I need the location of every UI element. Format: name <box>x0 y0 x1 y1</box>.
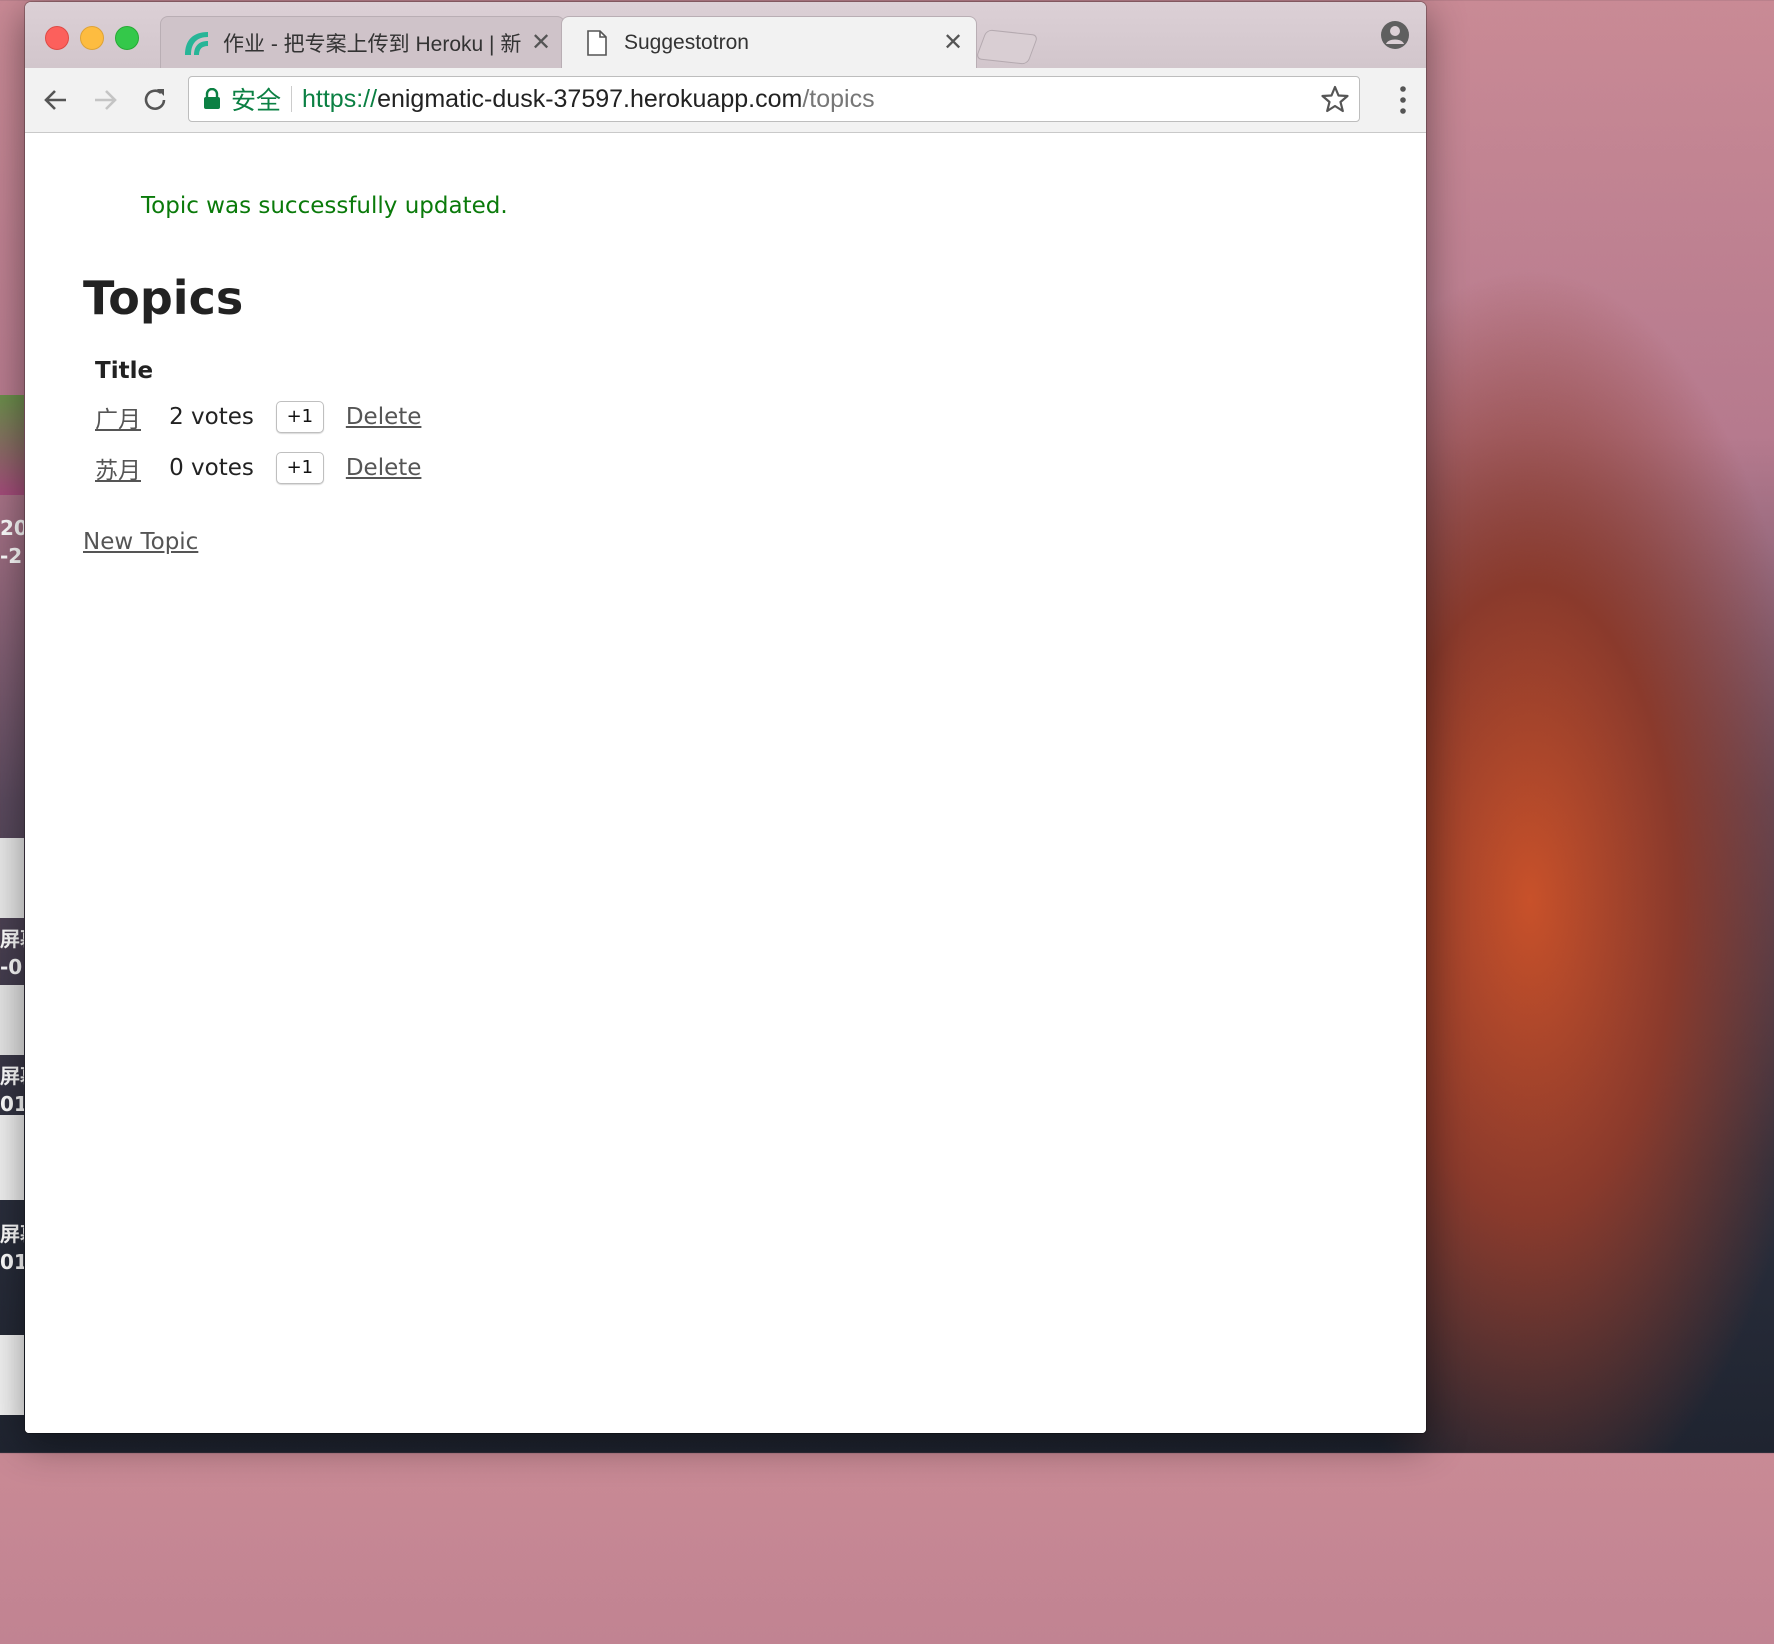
close-window-button[interactable] <box>45 26 69 50</box>
forward-button[interactable] <box>88 83 122 117</box>
address-bar[interactable]: 安全 https://enigmatic-dusk-37597.herokuap… <box>188 76 1360 122</box>
bookmark-star-icon[interactable] <box>1321 85 1349 113</box>
tab-close-icon[interactable]: ✕ <box>938 28 968 57</box>
desktop-file-label: 屏幕 <box>0 1222 24 1246</box>
flash-notice: Topic was successfully updated. <box>141 193 508 219</box>
url-path: /topics <box>802 84 875 113</box>
page-title: Topics <box>83 271 244 325</box>
tab-title: 作业 - 把专案上传到 Heroku | 新 <box>223 32 522 56</box>
desktop-file-label: 01 <box>0 1250 24 1274</box>
title-column-header: Title <box>95 358 154 384</box>
minimize-window-button[interactable] <box>80 26 104 50</box>
tab-close-icon[interactable]: ✕ <box>526 28 556 57</box>
tab-heroku-assignment[interactable]: 作业 - 把专案上传到 Heroku | 新 ✕ <box>160 16 565 68</box>
vote-count: 2 votes <box>169 403 254 430</box>
desktop-file-label: 屏幕 <box>0 927 24 951</box>
arrow-right-icon <box>95 90 117 110</box>
reload-icon <box>144 89 166 110</box>
desktop-file-label: 20 <box>0 516 24 540</box>
desktop-thumbnail[interactable] <box>0 1115 24 1200</box>
upvote-button[interactable]: +1 <box>275 400 324 433</box>
omnibox-divider <box>291 86 293 112</box>
desktop-thumbnail[interactable] <box>0 838 24 918</box>
desktop-file-label: -0 <box>0 955 23 979</box>
desktop-thumbnail[interactable] <box>0 395 24 495</box>
secure-label: 安全 <box>231 87 282 115</box>
delete-link[interactable]: Delete <box>346 404 422 430</box>
topic-title-link[interactable]: 苏月 <box>95 458 141 484</box>
url-host: enigmatic-dusk-37597.herokuapp.com <box>377 84 803 113</box>
table-row: 苏月 0 votes +1 Delete <box>91 445 425 490</box>
new-topic-link[interactable]: New Topic <box>83 529 198 555</box>
favicon-leaf-icon <box>179 26 213 60</box>
tab-strip: 作业 - 把专案上传到 Heroku | 新 ✕ Suggestotron ✕ <box>25 2 1426 68</box>
reload-button[interactable] <box>138 83 172 117</box>
desktop-file-label: 01 <box>0 1092 24 1116</box>
document-icon <box>580 26 614 60</box>
new-tab-button[interactable] <box>975 29 1039 65</box>
browser-toolbar: 安全 https://enigmatic-dusk-37597.herokuap… <box>25 68 1426 133</box>
profile-icon[interactable] <box>1380 20 1410 50</box>
desktop-thumbnail[interactable] <box>0 985 24 1055</box>
table-header-row: Title <box>91 354 425 388</box>
topic-title-link[interactable]: 广月 <box>95 407 141 433</box>
vote-count: 0 votes <box>169 454 254 481</box>
zoom-window-button[interactable] <box>115 26 139 50</box>
more-menu-icon[interactable] <box>1398 84 1408 116</box>
desktop-file-label: 屏幕 <box>0 1064 24 1088</box>
delete-link[interactable]: Delete <box>346 455 422 481</box>
tab-title: Suggestotron <box>624 30 749 54</box>
topics-table: Title 广月 2 votes +1 Delete 苏月 0 votes +1… <box>83 348 433 496</box>
back-button[interactable] <box>39 83 73 117</box>
desktop-file-label: -2. <box>0 544 24 568</box>
page-content: Topic was successfully updated. Topics T… <box>25 133 1426 1433</box>
upvote-button[interactable]: +1 <box>275 451 324 484</box>
tab-suggestotron[interactable]: Suggestotron ✕ <box>561 16 977 68</box>
url-scheme: https:// <box>302 84 378 113</box>
arrow-left-icon <box>44 90 66 110</box>
browser-window: 作业 - 把专案上传到 Heroku | 新 ✕ Suggestotron ✕ <box>25 2 1426 1433</box>
lock-icon <box>204 88 220 109</box>
desktop-thumbnail[interactable] <box>0 1335 24 1415</box>
table-row: 广月 2 votes +1 Delete <box>91 394 425 439</box>
